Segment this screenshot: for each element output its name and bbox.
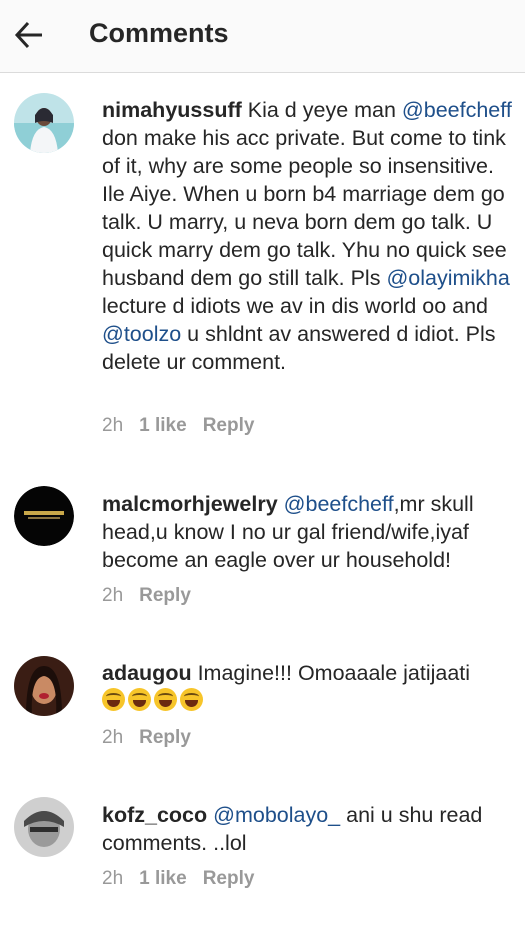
- comment-username[interactable]: kofz_coco: [102, 803, 207, 827]
- mention-link[interactable]: @olayimikha: [386, 266, 509, 290]
- laughing-emoji-icon: [154, 688, 177, 711]
- comment-timestamp: 2h: [102, 868, 124, 889]
- laughing-emoji-icon: [102, 688, 125, 711]
- comment-timestamp: 2h: [102, 415, 124, 436]
- comment-meta: 2h 1 like Reply: [102, 867, 270, 891]
- likes-count[interactable]: 1 like: [139, 415, 187, 436]
- laughing-emoji-icon: [128, 688, 151, 711]
- comment-text: adaugou Imagine!!! Omoaaale jatijaati: [102, 659, 514, 715]
- mention-link[interactable]: @beefcheff: [402, 98, 512, 122]
- comment-text: nimahyussuff Kia d yeye man @beefcheff d…: [102, 96, 514, 376]
- laughing-emoji-icon: [180, 688, 203, 711]
- likes-count[interactable]: 1 like: [139, 868, 187, 889]
- back-arrow-icon[interactable]: [14, 20, 44, 50]
- comment-meta: 2h 1 like Reply: [102, 414, 270, 438]
- avatar[interactable]: [14, 486, 74, 546]
- comment-text-part: Kia d yeye man: [241, 98, 402, 122]
- reply-button[interactable]: Reply: [139, 585, 191, 606]
- comment-username[interactable]: nimahyussuff: [102, 98, 242, 122]
- comment-text: malcmorhjewelry @beefcheff,mr skull head…: [102, 490, 514, 574]
- comment-meta: 2h Reply: [102, 726, 207, 750]
- mention-link[interactable]: @mobolayo_: [213, 803, 340, 827]
- mention-link[interactable]: @beefcheff: [284, 492, 394, 516]
- comment-timestamp: 2h: [102, 585, 124, 606]
- comment-meta: 2h Reply: [102, 584, 207, 608]
- comment-username[interactable]: adaugou: [102, 661, 192, 685]
- mention-link[interactable]: @toolzo: [102, 322, 181, 346]
- reply-button[interactable]: Reply: [203, 868, 255, 889]
- comment-text-part: lecture d idiots we av in dis world oo a…: [102, 294, 489, 318]
- avatar[interactable]: [14, 93, 74, 153]
- reply-button[interactable]: Reply: [203, 415, 255, 436]
- avatar[interactable]: [14, 797, 74, 857]
- comment-timestamp: 2h: [102, 727, 124, 748]
- avatar[interactable]: [14, 656, 74, 716]
- comment-text: kofz_coco @mobolayo_ ani u shu read comm…: [102, 801, 514, 857]
- page-title: Comments: [89, 18, 229, 48]
- reply-button[interactable]: Reply: [139, 727, 191, 748]
- header-bar: Comments: [0, 0, 525, 73]
- comment-text-part: Imagine!!! Omoaaale jatijaati: [191, 661, 471, 685]
- comment-username[interactable]: malcmorhjewelry: [102, 492, 278, 516]
